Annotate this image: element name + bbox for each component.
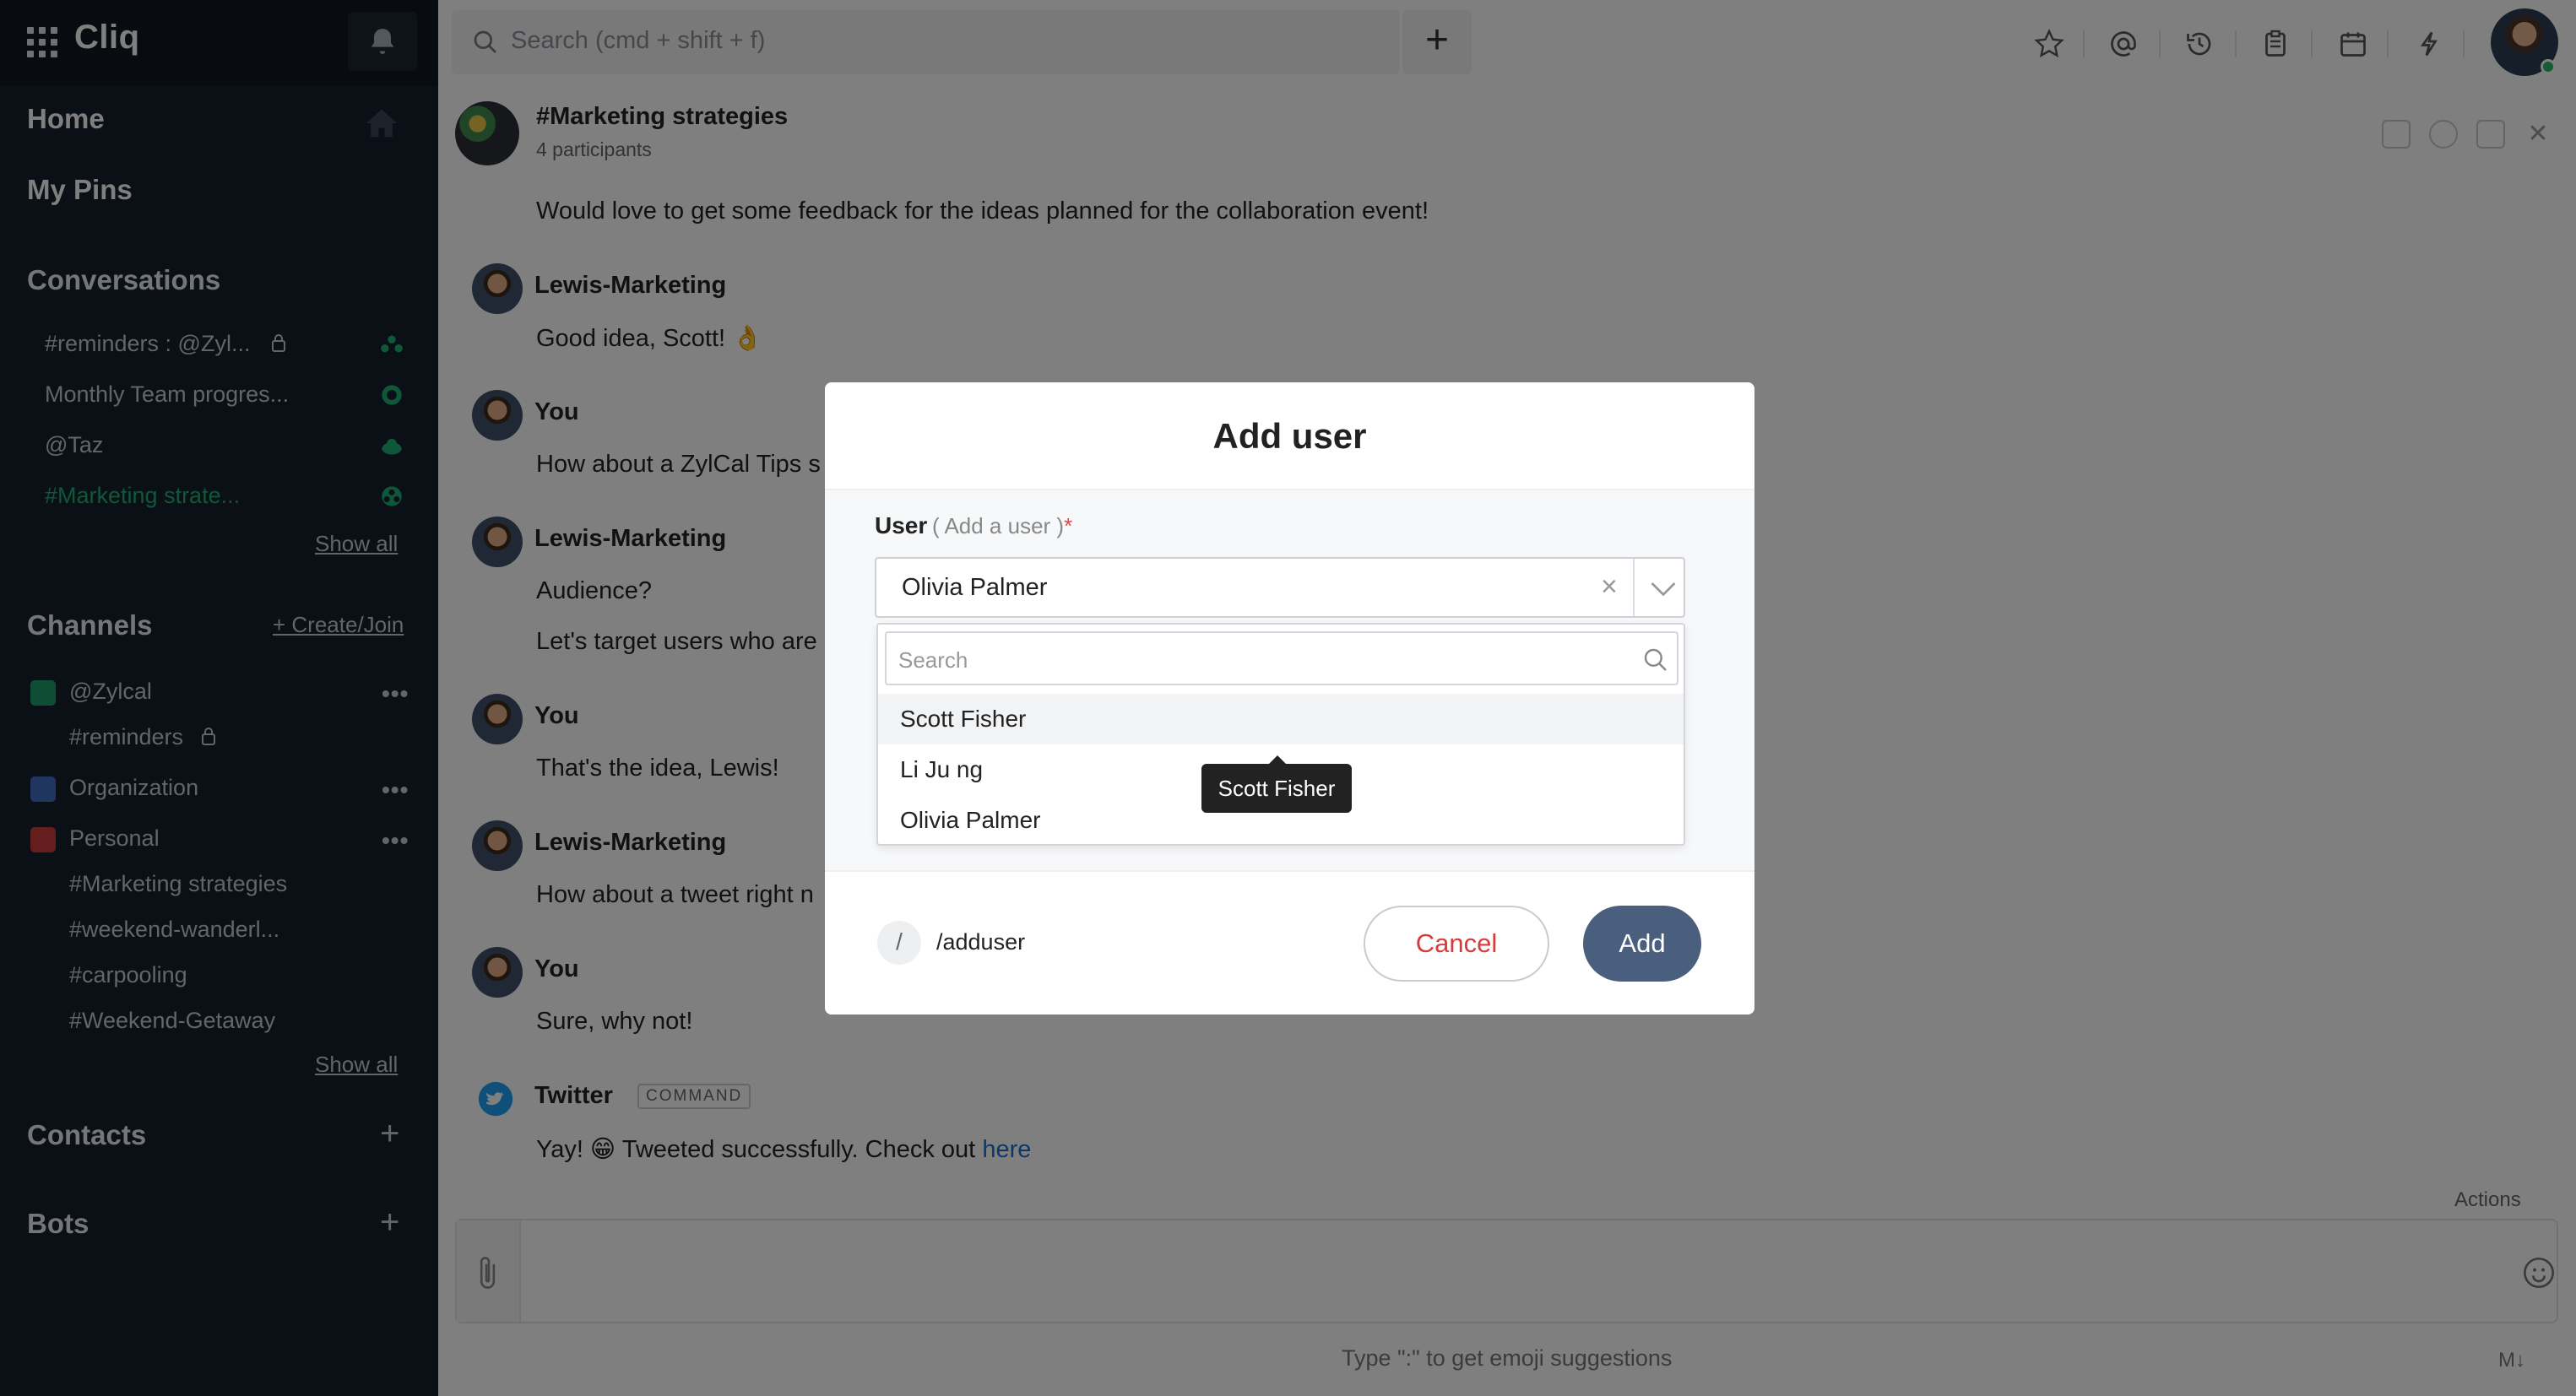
dropdown-search-placeholder: Search [898, 647, 968, 673]
required-mark: * [1064, 513, 1073, 538]
field-label-text: User [875, 512, 928, 538]
slash-command-icon: / [877, 921, 921, 965]
dialog-footer: / /adduser Cancel Add [825, 870, 1754, 1015]
slash-command-label: /adduser [936, 929, 1026, 955]
dialog-title: Add user [1212, 416, 1367, 456]
selected-user: Olivia Palmer [902, 574, 1048, 601]
user-select[interactable]: Olivia Palmer × [875, 557, 1685, 618]
dropdown-search-input[interactable]: Search [885, 631, 1678, 685]
add-user-dialog: Add user User ( Add a user )* Olivia Pal… [825, 382, 1754, 1015]
clear-selection-icon[interactable]: × [1601, 571, 1618, 603]
user-field-hint: ( Add a user )* [932, 513, 1072, 539]
user-field-label: User [875, 512, 927, 539]
field-hint-text: ( Add a user ) [932, 513, 1065, 538]
search-icon [1644, 648, 1667, 671]
chevron-down-icon[interactable] [1648, 576, 1678, 601]
option-tooltip: Scott Fisher [1201, 755, 1352, 813]
cancel-button[interactable]: Cancel [1364, 906, 1549, 982]
dropdown-option-scott-fisher[interactable]: Scott Fisher [878, 694, 1684, 744]
add-button[interactable]: Add [1583, 906, 1701, 982]
dialog-header: Add user [825, 382, 1754, 490]
